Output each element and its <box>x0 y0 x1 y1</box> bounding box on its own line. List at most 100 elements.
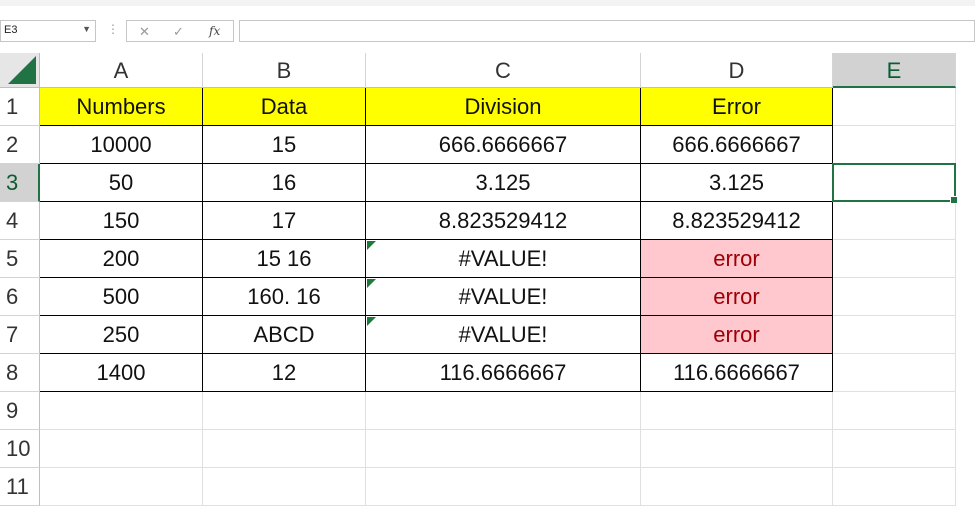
formula-input[interactable] <box>239 20 975 42</box>
cell-value: 500 <box>102 284 140 309</box>
name-box-value: E3 <box>4 24 18 36</box>
cell-value: 1400 <box>96 360 146 385</box>
cell-b7[interactable]: ABCD <box>203 316 366 354</box>
cell-value: 17 <box>271 208 297 233</box>
cell-a1[interactable]: Numbers <box>40 88 203 126</box>
cell-b9[interactable] <box>203 392 366 430</box>
cell-a2[interactable]: 10000 <box>40 126 203 164</box>
drag-handle-icon[interactable]: ⋮ <box>107 22 119 36</box>
row-header-6[interactable]: 6 <box>0 278 40 316</box>
cell-d4[interactable]: 8.823529412 <box>641 202 833 240</box>
cell-c3[interactable]: 3.125 <box>366 164 641 202</box>
cell-value: #VALUE! <box>458 284 548 309</box>
cell-b8[interactable]: 12 <box>203 354 366 392</box>
error-indicator-icon[interactable] <box>367 279 376 288</box>
cell-c10[interactable] <box>366 430 641 468</box>
cell-e10[interactable] <box>833 430 956 468</box>
cell-value: 16 <box>271 170 297 195</box>
row-header-8[interactable]: 8 <box>0 354 40 392</box>
cell-e7[interactable] <box>833 316 956 354</box>
cell-value: 50 <box>108 170 134 195</box>
column-header-b[interactable]: B <box>203 53 366 88</box>
chevron-down-icon[interactable]: ▼ <box>82 24 91 34</box>
row-header-11[interactable]: 11 <box>0 468 40 506</box>
cell-c1[interactable]: Division <box>366 88 641 126</box>
cell-b2[interactable]: 15 <box>203 126 366 164</box>
cell-a9[interactable] <box>40 392 203 430</box>
cell-c11[interactable] <box>366 468 641 506</box>
cell-a11[interactable] <box>40 468 203 506</box>
cell-value: 116.6666667 <box>673 360 800 385</box>
cell-e8[interactable] <box>833 354 956 392</box>
row-header-3[interactable]: 3 <box>0 164 40 202</box>
cell-b10[interactable] <box>203 430 366 468</box>
cell-c4[interactable]: 8.823529412 <box>366 202 641 240</box>
cell-c9[interactable] <box>366 392 641 430</box>
row-header-2[interactable]: 2 <box>0 126 40 164</box>
cell-value: 160. 16 <box>247 284 321 309</box>
cell-value: 666.6666667 <box>438 132 568 157</box>
cell-d7[interactable]: error <box>641 316 833 354</box>
column-header-d[interactable]: D <box>641 53 833 88</box>
row-header-5[interactable]: 5 <box>0 240 40 278</box>
row-header-10[interactable]: 10 <box>0 430 40 468</box>
cell-a5[interactable]: 200 <box>40 240 203 278</box>
cell-value: 116.6666667 <box>439 360 567 385</box>
error-indicator-icon[interactable] <box>367 241 376 250</box>
cell-d10[interactable] <box>641 430 833 468</box>
row-header-4[interactable]: 4 <box>0 202 40 240</box>
name-box[interactable]: E3 ▼ <box>0 20 96 42</box>
cell-c8[interactable]: 116.6666667 <box>366 354 641 392</box>
cell-value: 8.823529412 <box>672 208 801 233</box>
cell-c2[interactable]: 666.6666667 <box>366 126 641 164</box>
column-header-e[interactable]: E <box>833 53 956 88</box>
cell-b11[interactable] <box>203 468 366 506</box>
cell-e6[interactable] <box>833 278 956 316</box>
cell-d8[interactable]: 116.6666667 <box>641 354 833 392</box>
cell-b1[interactable]: Data <box>203 88 366 126</box>
cell-d3[interactable]: 3.125 <box>641 164 833 202</box>
cell-value: 3.125 <box>708 170 765 195</box>
cell-a8[interactable]: 1400 <box>40 354 203 392</box>
cell-e4[interactable] <box>833 202 956 240</box>
formula-bar: E3 ▼ ⋮ ✕ ✓ fx <box>0 6 975 52</box>
cell-d6[interactable]: error <box>641 278 833 316</box>
cell-e11[interactable] <box>833 468 956 506</box>
cell-b3[interactable]: 16 <box>203 164 366 202</box>
cell-a7[interactable]: 250 <box>40 316 203 354</box>
table-header-text: Division <box>464 94 542 119</box>
cell-e5[interactable] <box>833 240 956 278</box>
row-header-9[interactable]: 9 <box>0 392 40 430</box>
cell-c5[interactable]: #VALUE! <box>366 240 641 278</box>
cell-d11[interactable] <box>641 468 833 506</box>
cell-d2[interactable]: 666.6666667 <box>641 126 833 164</box>
cell-a6[interactable]: 500 <box>40 278 203 316</box>
column-header-a[interactable]: A <box>40 53 203 88</box>
cell-a10[interactable] <box>40 430 203 468</box>
cell-e9[interactable] <box>833 392 956 430</box>
cell-d1[interactable]: Error <box>641 88 833 126</box>
cell-d5[interactable]: error <box>641 240 833 278</box>
cell-b4[interactable]: 17 <box>203 202 366 240</box>
cell-e2[interactable] <box>833 126 956 164</box>
cancel-icon[interactable]: ✕ <box>139 24 150 40</box>
cell-c7[interactable]: #VALUE! <box>366 316 641 354</box>
cell-b5[interactable]: 15 16 <box>203 240 366 278</box>
column-header-c[interactable]: C <box>366 53 641 88</box>
insert-function-icon[interactable]: fx <box>209 24 220 38</box>
select-all-button[interactable] <box>0 53 40 88</box>
fill-handle[interactable] <box>950 196 958 204</box>
cell-c6[interactable]: #VALUE! <box>366 278 641 316</box>
cell-a4[interactable]: 150 <box>40 202 203 240</box>
cell-d9[interactable] <box>641 392 833 430</box>
row-header-1[interactable]: 1 <box>0 88 40 126</box>
row-header-7[interactable]: 7 <box>0 316 40 354</box>
cell-e1[interactable] <box>833 88 956 126</box>
table-header-text: Error <box>712 94 761 119</box>
cell-value: #VALUE! <box>458 246 548 271</box>
cell-a3[interactable]: 50 <box>40 164 203 202</box>
enter-icon[interactable]: ✓ <box>173 24 184 40</box>
error-indicator-icon[interactable] <box>367 317 376 326</box>
cell-b6[interactable]: 160. 16 <box>203 278 366 316</box>
cell-value: 200 <box>102 246 140 271</box>
